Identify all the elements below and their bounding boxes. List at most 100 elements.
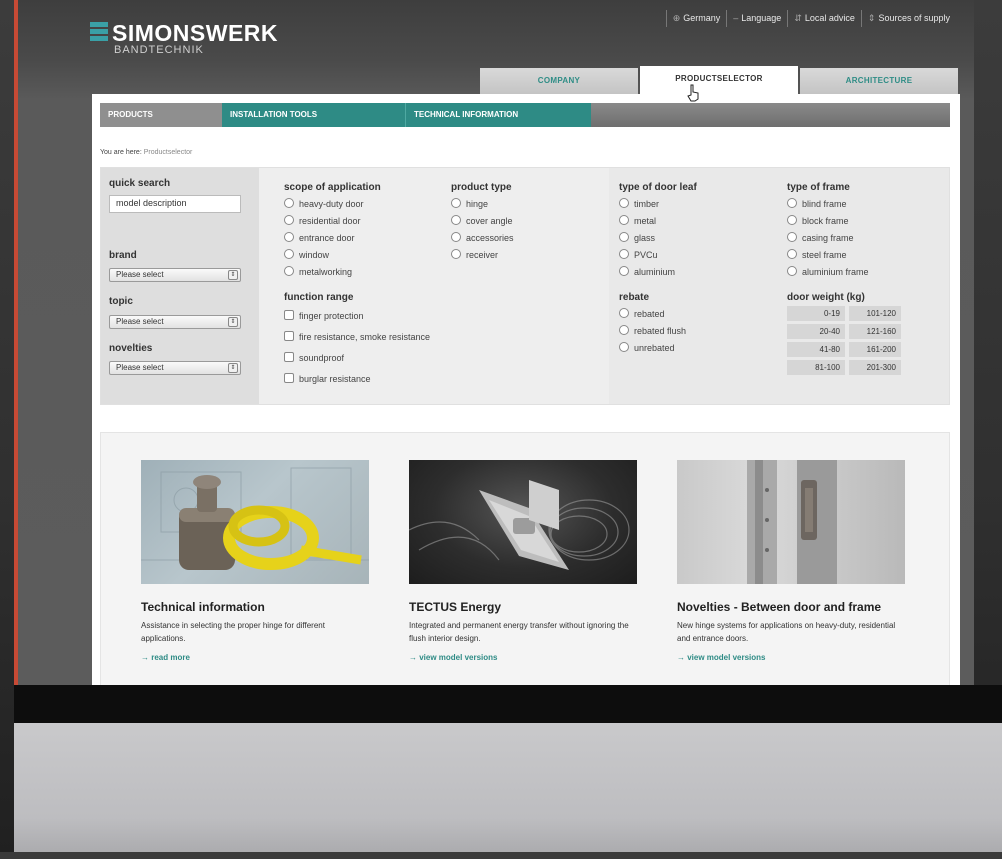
- radio-button[interactable]: [787, 249, 797, 259]
- radio-button[interactable]: [284, 232, 294, 242]
- product-type-label: hinge: [466, 199, 489, 209]
- door-leaf-label: aluminium: [634, 267, 676, 277]
- weight-and-tape-measure-image[interactable]: [141, 460, 369, 584]
- weight-button[interactable]: 161-200: [849, 342, 901, 357]
- frame-label: casing frame: [802, 233, 854, 243]
- view-model-versions-link[interactable]: → view model versions: [409, 653, 637, 662]
- radio-button[interactable]: [284, 266, 294, 276]
- scope-option[interactable]: residential door: [284, 213, 381, 230]
- door-leaf-option[interactable]: glass: [619, 230, 697, 247]
- checkbox[interactable]: [284, 352, 294, 362]
- radio-button[interactable]: [619, 215, 629, 225]
- util-sources-of-supply[interactable]: ⇕ Sources of supply: [860, 10, 956, 27]
- radio-button[interactable]: [451, 232, 461, 242]
- radio-button[interactable]: [619, 198, 629, 208]
- frame-option[interactable]: block frame: [787, 213, 869, 230]
- door-leaf-option[interactable]: PVCu: [619, 247, 697, 264]
- breadcrumb-current[interactable]: Productselector: [144, 149, 193, 156]
- function-option-label: fire resistance, smoke resistance: [299, 332, 431, 342]
- frame-option[interactable]: casing frame: [787, 230, 869, 247]
- function-option-label: soundproof: [299, 353, 345, 363]
- frame-option[interactable]: blind frame: [787, 196, 869, 213]
- read-more-link[interactable]: → read more: [141, 653, 369, 662]
- scope-option[interactable]: entrance door: [284, 230, 381, 247]
- hand-cursor-icon: [687, 84, 699, 102]
- subnav-technical-information[interactable]: TECHNICAL INFORMATION: [406, 103, 591, 127]
- scope-option[interactable]: metalworking: [284, 264, 381, 281]
- checkbox[interactable]: [284, 310, 294, 320]
- weight-button[interactable]: 0-19: [787, 306, 845, 321]
- radio-button[interactable]: [787, 266, 797, 276]
- door-leaf-option[interactable]: timber: [619, 196, 697, 213]
- radio-button[interactable]: [619, 232, 629, 242]
- radio-button[interactable]: [451, 215, 461, 225]
- tab-architecture[interactable]: ARCHITECTURE: [800, 68, 958, 94]
- radio-button[interactable]: [451, 198, 461, 208]
- product-type-option[interactable]: hinge: [451, 196, 514, 213]
- product-type-option[interactable]: receiver: [451, 247, 514, 264]
- util-language[interactable]: – Language: [726, 10, 787, 27]
- product-type-option[interactable]: accessories: [451, 230, 514, 247]
- function-option[interactable]: soundproof: [284, 348, 430, 369]
- scope-option-label: heavy-duty door: [299, 199, 364, 209]
- scope-option[interactable]: heavy-duty door: [284, 196, 381, 213]
- feature-section: Technical information Assistance in sele…: [100, 432, 950, 685]
- weight-button[interactable]: 101-120: [849, 306, 901, 321]
- radio-button[interactable]: [451, 249, 461, 259]
- model-search-input[interactable]: model description: [109, 195, 241, 213]
- radio-button[interactable]: [284, 198, 294, 208]
- frame-option[interactable]: steel frame: [787, 247, 869, 264]
- radio-button[interactable]: [787, 198, 797, 208]
- tab-company[interactable]: COMPANY: [480, 68, 638, 94]
- checkbox[interactable]: [284, 331, 294, 341]
- weight-button[interactable]: 201-300: [849, 360, 901, 375]
- weight-button[interactable]: 81-100: [787, 360, 845, 375]
- browser-viewport: SIMONSWERK BANDTECHNIK ⊕ Germany – Languag…: [18, 0, 974, 685]
- weight-button[interactable]: 121-160: [849, 324, 901, 339]
- util-country[interactable]: ⊕ Germany: [665, 10, 727, 27]
- radio-button[interactable]: [619, 249, 629, 259]
- radio-button[interactable]: [284, 215, 294, 225]
- product-type-option[interactable]: cover angle: [451, 213, 514, 230]
- rebate-label: rebated: [634, 309, 665, 319]
- radio-button[interactable]: [619, 342, 629, 352]
- checkbox[interactable]: [284, 373, 294, 383]
- function-range-group: function range finger protection fire re…: [284, 292, 430, 390]
- radio-button[interactable]: [619, 308, 629, 318]
- tab-productselector[interactable]: PRODUCTSELECTOR: [640, 66, 798, 94]
- rebate-option[interactable]: unrebated: [619, 340, 686, 357]
- topic-select[interactable]: Please select ⇕: [109, 315, 241, 329]
- subnav-products[interactable]: PRODUCTS: [100, 103, 222, 127]
- weight-button[interactable]: 41-80: [787, 342, 845, 357]
- sort-icon: ⇕: [867, 13, 876, 23]
- frame-option[interactable]: aluminium frame: [787, 264, 869, 281]
- rebate-option[interactable]: rebated: [619, 306, 686, 323]
- radio-button[interactable]: [787, 215, 797, 225]
- function-option[interactable]: fire resistance, smoke resistance: [284, 327, 430, 348]
- util-local-advice[interactable]: ⇵ Local advice: [787, 10, 861, 27]
- view-model-versions-link[interactable]: → view model versions: [677, 653, 905, 662]
- scope-option[interactable]: window: [284, 247, 381, 264]
- weight-button[interactable]: 20-40: [787, 324, 845, 339]
- function-option[interactable]: finger protection: [284, 306, 430, 327]
- radio-button[interactable]: [284, 249, 294, 259]
- brand-select[interactable]: Please select ⇕: [109, 268, 241, 282]
- frame-type-group: type of frame blind frame block frame ca…: [787, 182, 869, 281]
- subnav-installation-tools[interactable]: INSTALLATION TOOLS: [222, 103, 406, 127]
- function-option[interactable]: burglar resistance: [284, 369, 430, 390]
- radio-button[interactable]: [619, 325, 629, 335]
- function-range-title: function range: [284, 292, 354, 303]
- door-leaf-option[interactable]: metal: [619, 213, 697, 230]
- radio-button[interactable]: [619, 266, 629, 276]
- select-arrows-icon: ⇕: [228, 363, 238, 373]
- product-filter-box: quick search model description brand Ple…: [100, 167, 950, 405]
- brand-select-value: Please select: [116, 270, 164, 279]
- door-frame-hinge-image[interactable]: [677, 460, 905, 584]
- radio-button[interactable]: [787, 232, 797, 242]
- novelties-select[interactable]: Please select ⇕: [109, 361, 241, 375]
- door-leaf-option[interactable]: aluminium: [619, 264, 697, 281]
- arrows-icon: ⇵: [794, 13, 802, 23]
- tectus-hinge-image[interactable]: [409, 460, 637, 584]
- rebate-option[interactable]: rebated flush: [619, 323, 686, 340]
- door-leaf-group: type of door leaf timber metal glass PVC…: [619, 182, 697, 281]
